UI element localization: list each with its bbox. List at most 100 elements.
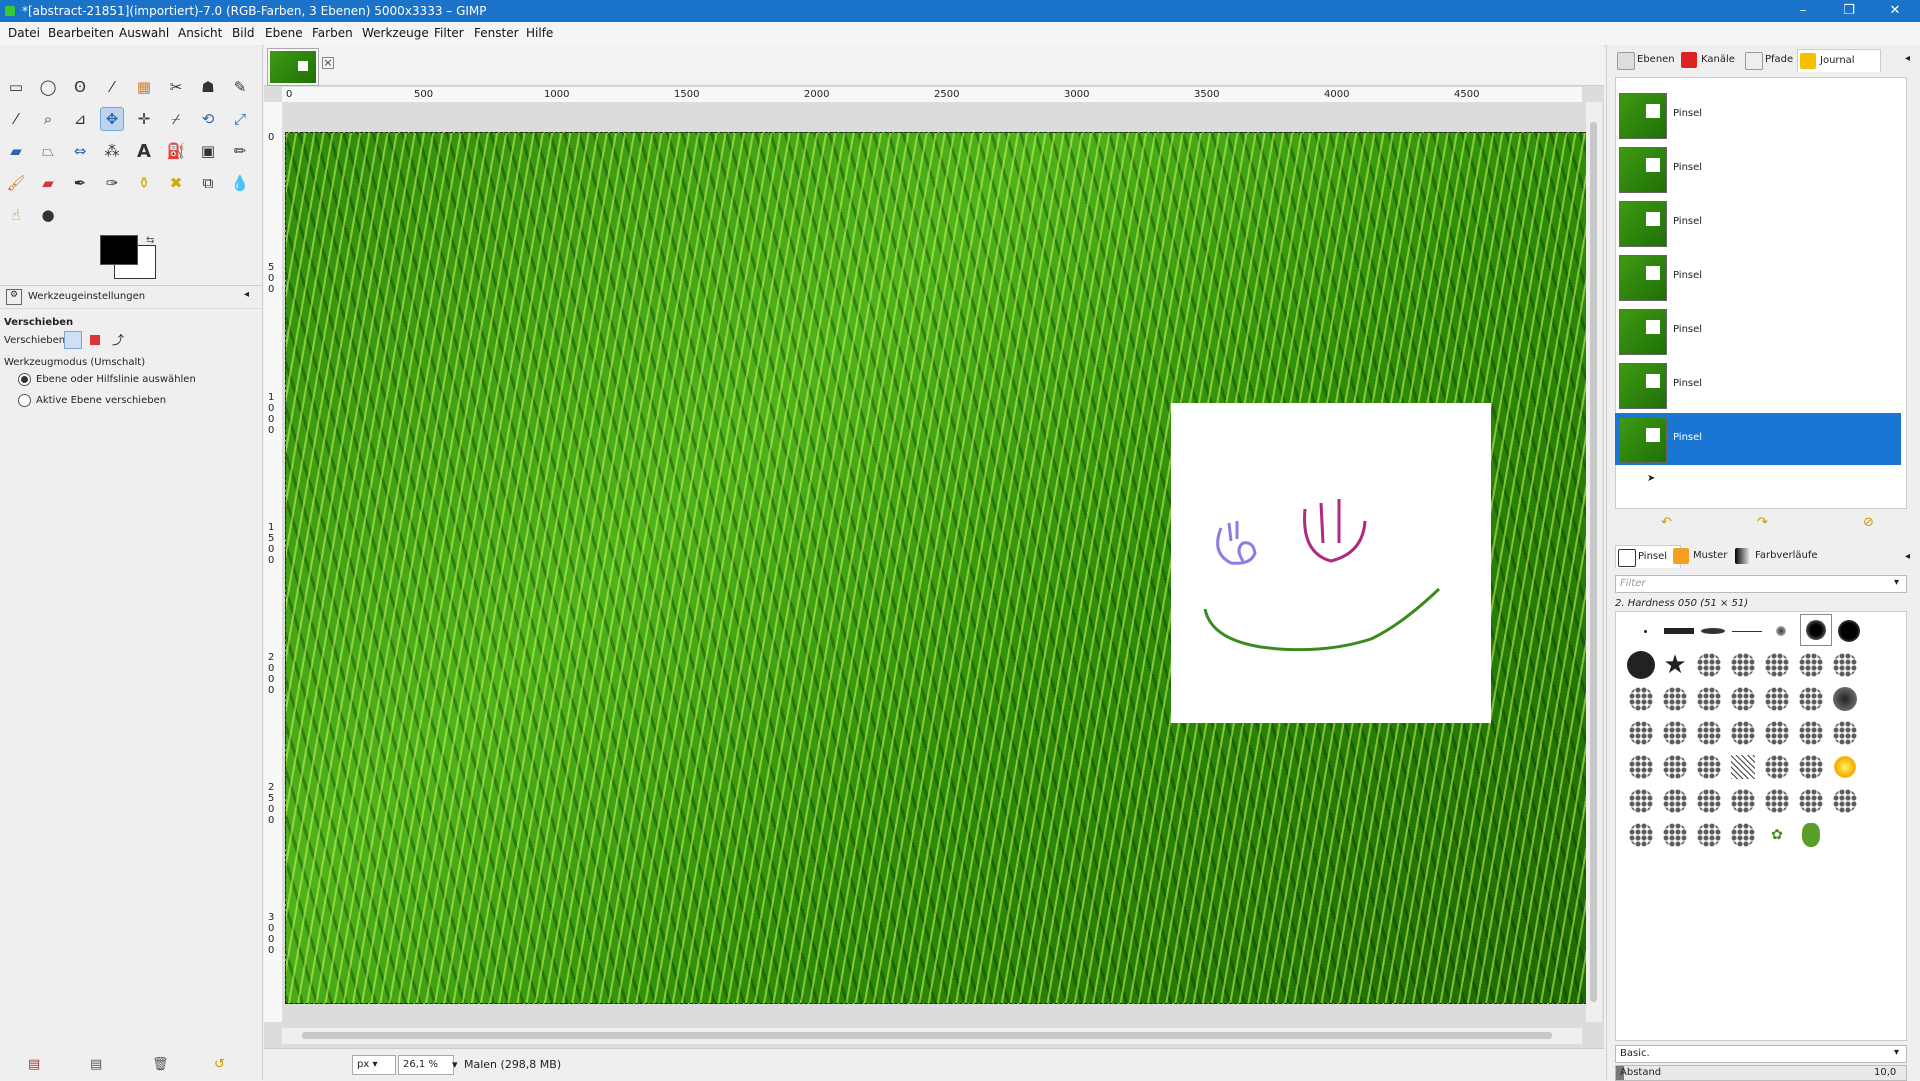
radio-move-active-layer[interactable] [18, 394, 31, 407]
move-selection-icon[interactable] [90, 335, 100, 345]
brush-hardness-075[interactable] [1838, 620, 1860, 642]
tab-layers[interactable]: Ebenen [1615, 49, 1675, 71]
shear-icon[interactable]: ▰ [4, 139, 28, 163]
airbrush-icon[interactable]: ✒ [68, 171, 92, 195]
tab-channels[interactable]: Kanäle [1679, 49, 1735, 71]
reset-options-icon[interactable]: ↺ [214, 1057, 225, 1072]
measure-icon[interactable]: ⊿ [68, 107, 92, 131]
brush-texture[interactable] [1731, 721, 1755, 745]
brush-texture[interactable] [1833, 653, 1857, 677]
brush-sparkle-color[interactable] [1834, 756, 1856, 778]
history-item[interactable]: Pinsel [1615, 89, 1901, 141]
brush-texture[interactable] [1765, 721, 1789, 745]
radio-pick-layer[interactable] [18, 373, 31, 386]
history-item[interactable]: Pinsel [1615, 197, 1901, 249]
menu-filter[interactable]: Filter [434, 26, 464, 40]
brush-texture[interactable] [1799, 653, 1823, 677]
brush-texture[interactable] [1833, 687, 1857, 711]
brush-line[interactable] [1732, 630, 1762, 632]
brush-texture[interactable] [1629, 823, 1653, 847]
brush-texture[interactable] [1629, 721, 1653, 745]
history-item[interactable]: Pinsel [1615, 143, 1901, 195]
brush-texture[interactable] [1765, 653, 1789, 677]
fuzzy-select-icon[interactable]: ⁄ [100, 75, 124, 99]
brush-texture[interactable] [1629, 789, 1653, 813]
brush-texture[interactable] [1663, 687, 1687, 711]
align-icon[interactable]: ✛ [132, 107, 156, 131]
eraser-icon[interactable]: ▰ [36, 171, 60, 195]
select-by-color-icon[interactable]: ▦ [132, 75, 156, 99]
close-button[interactable]: ✕ [1872, 0, 1918, 22]
brush-texture[interactable] [1765, 755, 1789, 779]
brush-texture[interactable] [1629, 755, 1653, 779]
panel-menu-icon[interactable]: ◂ [244, 289, 249, 300]
brush-hardness-050-selected[interactable] [1806, 620, 1826, 640]
brush-texture[interactable] [1731, 687, 1755, 711]
brush-texture[interactable] [1833, 721, 1857, 745]
restore-button[interactable]: ❐ [1826, 0, 1872, 22]
dodge-burn-icon[interactable]: ● [36, 203, 60, 227]
tab-patterns[interactable]: Muster [1671, 545, 1727, 567]
save-options-icon[interactable]: ▤ [28, 1057, 40, 1072]
paths-tool-icon[interactable]: ✎ [228, 75, 252, 99]
brush-texture[interactable] [1731, 789, 1755, 813]
preset-dropdown-icon[interactable]: ▾ [1894, 1047, 1899, 1058]
crop-icon[interactable]: ⌿ [164, 107, 188, 131]
history-item[interactable]: Pinsel [1615, 251, 1901, 303]
brush-filter-input[interactable]: Filter ▾ [1615, 575, 1907, 593]
brush-block[interactable] [1664, 628, 1694, 634]
spacing-slider[interactable]: Abstand 10,0 [1615, 1065, 1907, 1081]
green-leaf-image-layer[interactable] [285, 132, 1586, 1004]
brush-circle[interactable] [1627, 651, 1655, 679]
brush-texture[interactable] [1765, 687, 1789, 711]
perspective-icon[interactable]: ⏢ [36, 139, 60, 163]
brush-soft[interactable] [1776, 626, 1786, 636]
heal-icon[interactable]: ✖ [164, 171, 188, 195]
brush-texture[interactable] [1731, 823, 1755, 847]
color-picker-icon[interactable]: ⁄ [4, 107, 28, 131]
brush-hatch[interactable] [1731, 755, 1755, 779]
brush-texture[interactable] [1663, 823, 1687, 847]
tab-history[interactable]: Journal [1797, 49, 1881, 72]
move-path-icon[interactable]: ⤴ [112, 331, 124, 348]
paintbrush-icon[interactable]: 🖌 [4, 171, 28, 195]
foreground-color-swatch[interactable] [100, 235, 138, 265]
clone-icon[interactable]: ⚱ [132, 171, 156, 195]
move-tool-icon[interactable]: ✥ [100, 107, 124, 131]
brush-texture[interactable] [1663, 789, 1687, 813]
image-tab-thumbnail[interactable] [267, 48, 319, 86]
zoom-icon[interactable]: ⌕ [36, 107, 60, 131]
menu-farben[interactable]: Farben [312, 26, 353, 40]
brush-vine[interactable]: ✿ [1762, 820, 1792, 850]
history-item[interactable]: Pinsel [1615, 305, 1901, 357]
brush-texture[interactable] [1799, 755, 1823, 779]
vertical-scrollbar[interactable] [1586, 102, 1602, 1022]
brush-texture[interactable] [1697, 789, 1721, 813]
brush-texture[interactable] [1731, 653, 1755, 677]
menu-ebene[interactable]: Ebene [265, 26, 303, 40]
brush-texture[interactable] [1697, 755, 1721, 779]
tab-paths[interactable]: Pfade [1743, 49, 1793, 71]
foreground-select-icon[interactable]: ☗ [196, 75, 220, 99]
menu-bearbeiten[interactable]: Bearbeiten [48, 26, 114, 40]
brush-dot-small[interactable] [1643, 629, 1647, 633]
menu-werkzeuge[interactable]: Werkzeuge [362, 26, 429, 40]
menu-datei[interactable]: Datei [8, 26, 40, 40]
rect-select-icon[interactable]: ▭ [4, 75, 28, 99]
scale-icon[interactable]: ⤢ [228, 107, 252, 131]
menu-hilfe[interactable]: Hilfe [526, 26, 553, 40]
brush-texture[interactable] [1697, 823, 1721, 847]
brush-texture[interactable] [1799, 789, 1823, 813]
brush-texture[interactable] [1697, 721, 1721, 745]
perspective-clone-icon[interactable]: ⧉ [196, 171, 220, 195]
brush-texture[interactable] [1697, 687, 1721, 711]
tool-options-tab[interactable]: Werkzeugeinstellungen [28, 291, 145, 302]
zoom-select[interactable]: 26,1 % [398, 1055, 454, 1075]
brush-texture[interactable] [1663, 721, 1687, 745]
tab-gradients[interactable]: Farbverläufe [1733, 545, 1818, 567]
gradient-icon[interactable]: ▣ [196, 139, 220, 163]
blur-icon[interactable]: 💧 [228, 171, 252, 195]
brush-grid[interactable]: ★ ✿ [1615, 611, 1907, 1041]
dock-menu-icon[interactable]: ◂ [1905, 53, 1910, 64]
menu-auswahl[interactable]: Auswahl [119, 26, 169, 40]
